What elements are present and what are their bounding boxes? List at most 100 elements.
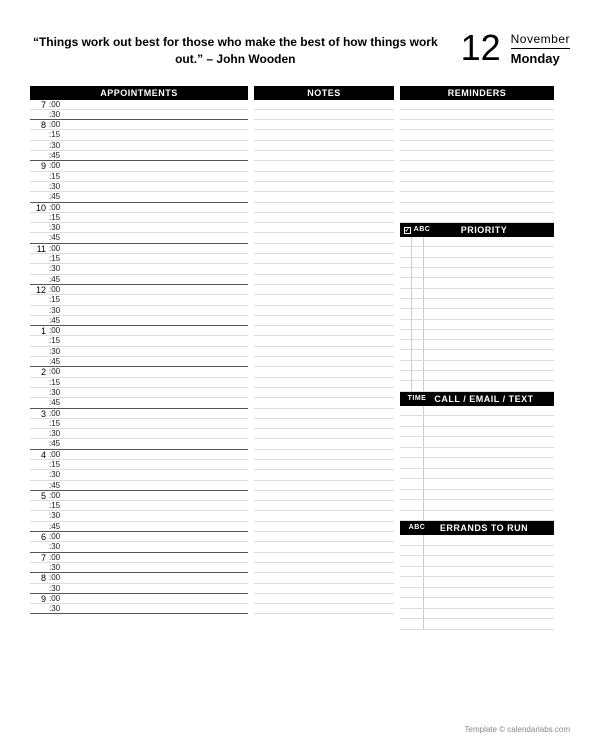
appointment-cell[interactable] [64,511,248,520]
appointment-row[interactable]: :45 [30,151,248,161]
priority-row[interactable] [400,268,554,278]
errand-abc-cell[interactable] [400,577,424,587]
priority-abc-cell[interactable] [412,299,424,308]
call-text-cell[interactable] [424,490,554,500]
appointment-row[interactable]: 2:00 [30,367,248,377]
appointment-cell[interactable] [64,151,248,160]
priority-check-cell[interactable] [400,247,412,256]
appointment-cell[interactable] [64,501,248,510]
appointment-row[interactable]: 4:00 [30,450,248,460]
appointment-row[interactable]: :45 [30,439,248,449]
appointment-cell[interactable] [64,553,248,562]
priority-check-cell[interactable] [400,278,412,287]
priority-text-cell[interactable] [424,361,554,370]
reminder-line[interactable] [400,213,554,223]
errand-text-cell[interactable] [424,556,554,566]
notes-line[interactable] [254,398,394,408]
appointment-cell[interactable] [64,192,248,201]
priority-abc-cell[interactable] [412,361,424,370]
appointment-cell[interactable] [64,542,248,551]
notes-line[interactable] [254,213,394,223]
reminder-line[interactable] [400,130,554,140]
notes-line[interactable] [254,439,394,449]
priority-abc-cell[interactable] [412,330,424,339]
notes-line[interactable] [254,161,394,171]
priority-abc-cell[interactable] [412,320,424,329]
priority-check-cell[interactable] [400,381,412,390]
errand-row[interactable] [400,588,554,599]
appointment-row[interactable]: 10:00 [30,203,248,213]
appointment-cell[interactable] [64,233,248,242]
errand-row[interactable] [400,598,554,609]
priority-abc-cell[interactable] [412,247,424,256]
notes-line[interactable] [254,254,394,264]
notes-line[interactable] [254,264,394,274]
priority-text-cell[interactable] [424,381,554,390]
reminder-line[interactable] [400,100,554,110]
appointment-cell[interactable] [64,295,248,304]
notes-line[interactable] [254,244,394,254]
priority-abc-cell[interactable] [412,237,424,246]
call-row[interactable] [400,469,554,480]
appointment-cell[interactable] [64,275,248,284]
notes-line[interactable] [254,470,394,480]
appointment-cell[interactable] [64,326,248,335]
notes-line[interactable] [254,450,394,460]
notes-line[interactable] [254,594,394,604]
priority-text-cell[interactable] [424,247,554,256]
appointment-row[interactable]: :45 [30,481,248,491]
call-time-cell[interactable] [400,437,424,447]
errand-row[interactable] [400,546,554,557]
appointment-row[interactable]: 12:00 [30,285,248,295]
appointment-cell[interactable] [64,244,248,253]
appointments-grid[interactable]: 7:00:308:00:15:30:459:00:15:30:4510:00:1… [30,100,248,615]
appointment-cell[interactable] [64,120,248,129]
call-time-cell[interactable] [400,406,424,416]
notes-line[interactable] [254,378,394,388]
reminder-line[interactable] [400,151,554,161]
appointment-cell[interactable] [64,285,248,294]
reminders-area[interactable] [400,100,554,224]
reminder-line[interactable] [400,203,554,213]
appointment-cell[interactable] [64,213,248,222]
call-text-cell[interactable] [424,458,554,468]
appointment-cell[interactable] [64,419,248,428]
call-time-cell[interactable] [400,427,424,437]
priority-check-cell[interactable] [400,340,412,349]
appointment-row[interactable]: :30 [30,264,248,274]
priority-text-cell[interactable] [424,237,554,246]
call-time-cell[interactable] [400,458,424,468]
appointment-cell[interactable] [64,573,248,582]
priority-check-cell[interactable] [400,268,412,277]
priority-text-cell[interactable] [424,289,554,298]
appointment-cell[interactable] [64,378,248,387]
notes-line[interactable] [254,604,394,614]
call-row[interactable] [400,448,554,459]
priority-row[interactable] [400,289,554,299]
priority-abc-cell[interactable] [412,350,424,359]
notes-line[interactable] [254,542,394,552]
appointment-row[interactable]: :30 [30,223,248,233]
priority-check-cell[interactable] [400,237,412,246]
errand-row[interactable] [400,535,554,546]
errand-abc-cell[interactable] [400,535,424,545]
appointment-cell[interactable] [64,110,248,119]
appointment-row[interactable]: :30 [30,429,248,439]
priority-row[interactable] [400,309,554,319]
appointment-cell[interactable] [64,367,248,376]
notes-line[interactable] [254,120,394,130]
call-row[interactable] [400,479,554,490]
priority-row[interactable] [400,371,554,381]
appointment-row[interactable]: 3:00 [30,409,248,419]
errand-abc-cell[interactable] [400,588,424,598]
call-time-cell[interactable] [400,416,424,426]
appointment-cell[interactable] [64,203,248,212]
appointment-cell[interactable] [64,522,248,531]
priority-row[interactable] [400,299,554,309]
appointment-row[interactable]: 11:00 [30,244,248,254]
appointment-row[interactable]: :45 [30,275,248,285]
call-row[interactable] [400,416,554,427]
errand-text-cell[interactable] [424,567,554,577]
appointment-cell[interactable] [64,254,248,263]
appointment-row[interactable]: :45 [30,398,248,408]
